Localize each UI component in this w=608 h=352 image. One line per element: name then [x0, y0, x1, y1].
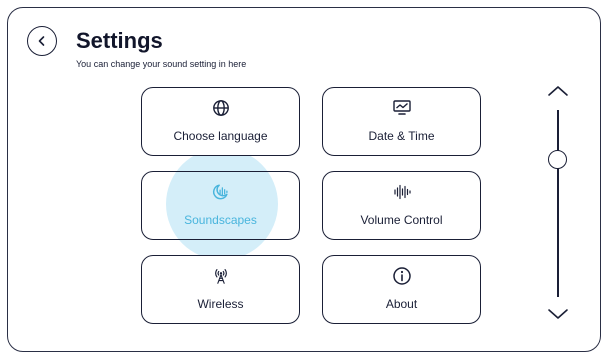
tile-volume-control[interactable]: Volume Control — [322, 171, 481, 240]
tile-label: Choose language — [173, 129, 268, 143]
tile-label: Date & Time — [368, 129, 435, 143]
tile-about[interactable]: About — [322, 255, 481, 324]
info-icon — [392, 266, 412, 286]
back-button[interactable] — [27, 26, 57, 56]
tile-soundscapes[interactable]: Soundscapes — [141, 171, 300, 240]
tile-date-time[interactable]: Date & Time — [322, 87, 481, 156]
tile-label: Volume Control — [360, 213, 443, 227]
chevron-down-icon — [548, 309, 568, 319]
chevron-up-icon — [548, 86, 568, 96]
tile-wireless[interactable]: Wireless — [141, 255, 300, 324]
soundscape-moon-icon — [211, 182, 231, 202]
tile-label: Wireless — [197, 297, 244, 311]
tile-choose-language[interactable]: Choose language — [141, 87, 300, 156]
page-title: Settings — [76, 28, 163, 53]
sound-wave-icon — [392, 182, 412, 202]
monitor-chart-icon — [392, 98, 412, 118]
scroll-down-button[interactable] — [544, 305, 572, 323]
globe-icon — [211, 98, 231, 118]
page-subtitle: You can change your sound setting in her… — [76, 59, 247, 69]
chevron-left-icon — [38, 36, 45, 46]
scroll-up-button[interactable] — [544, 82, 572, 100]
device-screen: Settings You can change your sound setti… — [7, 7, 601, 352]
tile-label: Soundscapes — [184, 213, 257, 227]
tile-label: About — [385, 297, 418, 311]
scrollbar-track[interactable] — [557, 110, 559, 297]
wireless-tower-icon — [211, 266, 231, 286]
